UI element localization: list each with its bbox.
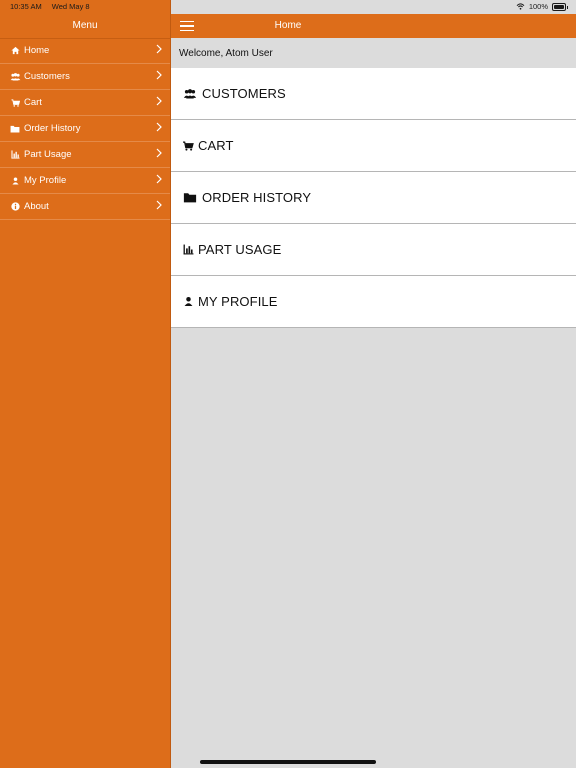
home-tiles: CUSTOMERS CART ORDER HISTORY PART USAGE … [171, 68, 576, 328]
status-bar: 10:35 AM Wed May 8 100% [0, 0, 576, 14]
cart-icon [8, 98, 22, 107]
cart-icon [182, 141, 194, 151]
sidebar-item-part-usage[interactable]: Part Usage [0, 142, 170, 168]
tile-label: MY PROFILE [198, 294, 278, 309]
tile-cart[interactable]: CART [171, 120, 576, 172]
sidebar-item-label: Cart [24, 97, 42, 108]
sidebar-item-about[interactable]: About [0, 194, 170, 220]
chevron-right-icon [156, 122, 162, 132]
tile-order-history[interactable]: ORDER HISTORY [171, 172, 576, 224]
sidebar-item-order-history[interactable]: Order History [0, 116, 170, 142]
sidebar: Menu Home Customers Cart Order History P… [0, 0, 171, 768]
battery-percent: 100% [528, 2, 548, 11]
sidebar-item-label: Customers [24, 71, 70, 82]
tile-part-usage[interactable]: PART USAGE [171, 224, 576, 276]
status-date: Wed May 8 [51, 2, 90, 11]
tile-my-profile[interactable]: MY PROFILE [171, 276, 576, 328]
welcome-message: Welcome, Atom User [179, 48, 273, 59]
bar-chart-icon [8, 150, 22, 159]
sidebar-item-label: About [24, 201, 49, 212]
chevron-right-icon [156, 200, 162, 210]
users-icon [182, 88, 198, 99]
info-icon [8, 202, 22, 211]
main-content: Home Welcome, Atom User CUSTOMERS CART O… [171, 0, 576, 768]
wifi-icon [516, 3, 525, 10]
sidebar-item-cart[interactable]: Cart [0, 90, 170, 116]
status-time: 10:35 AM [10, 2, 42, 11]
chevron-right-icon [156, 148, 162, 158]
home-indicator[interactable] [200, 760, 376, 764]
tile-customers[interactable]: CUSTOMERS [171, 68, 576, 120]
sidebar-item-label: My Profile [24, 175, 67, 186]
folder-icon [8, 125, 22, 133]
user-icon [8, 177, 22, 185]
sidebar-item-label: Home [24, 45, 50, 56]
chevron-right-icon [156, 174, 162, 184]
sidebar-menu: Home Customers Cart Order History Part U… [0, 38, 170, 220]
sidebar-item-label: Order History [24, 123, 81, 134]
battery-icon [552, 2, 568, 11]
home-icon [8, 46, 22, 55]
tile-label: PART USAGE [198, 242, 282, 257]
chevron-right-icon [156, 44, 162, 54]
page-title: Home [274, 20, 302, 31]
sidebar-item-my-profile[interactable]: My Profile [0, 168, 170, 194]
top-nav-bar: Home [171, 14, 576, 38]
tile-label: CART [198, 138, 234, 153]
chevron-right-icon [156, 70, 162, 80]
sidebar-item-home[interactable]: Home [0, 38, 170, 64]
bar-chart-icon [182, 244, 194, 255]
tile-label: CUSTOMERS [202, 86, 286, 101]
chevron-right-icon [156, 96, 162, 106]
sidebar-item-customers[interactable]: Customers [0, 64, 170, 90]
folder-icon [182, 192, 198, 203]
user-icon [182, 296, 194, 307]
sidebar-item-label: Part Usage [24, 149, 72, 160]
tile-label: ORDER HISTORY [202, 190, 312, 205]
users-icon [8, 72, 22, 81]
